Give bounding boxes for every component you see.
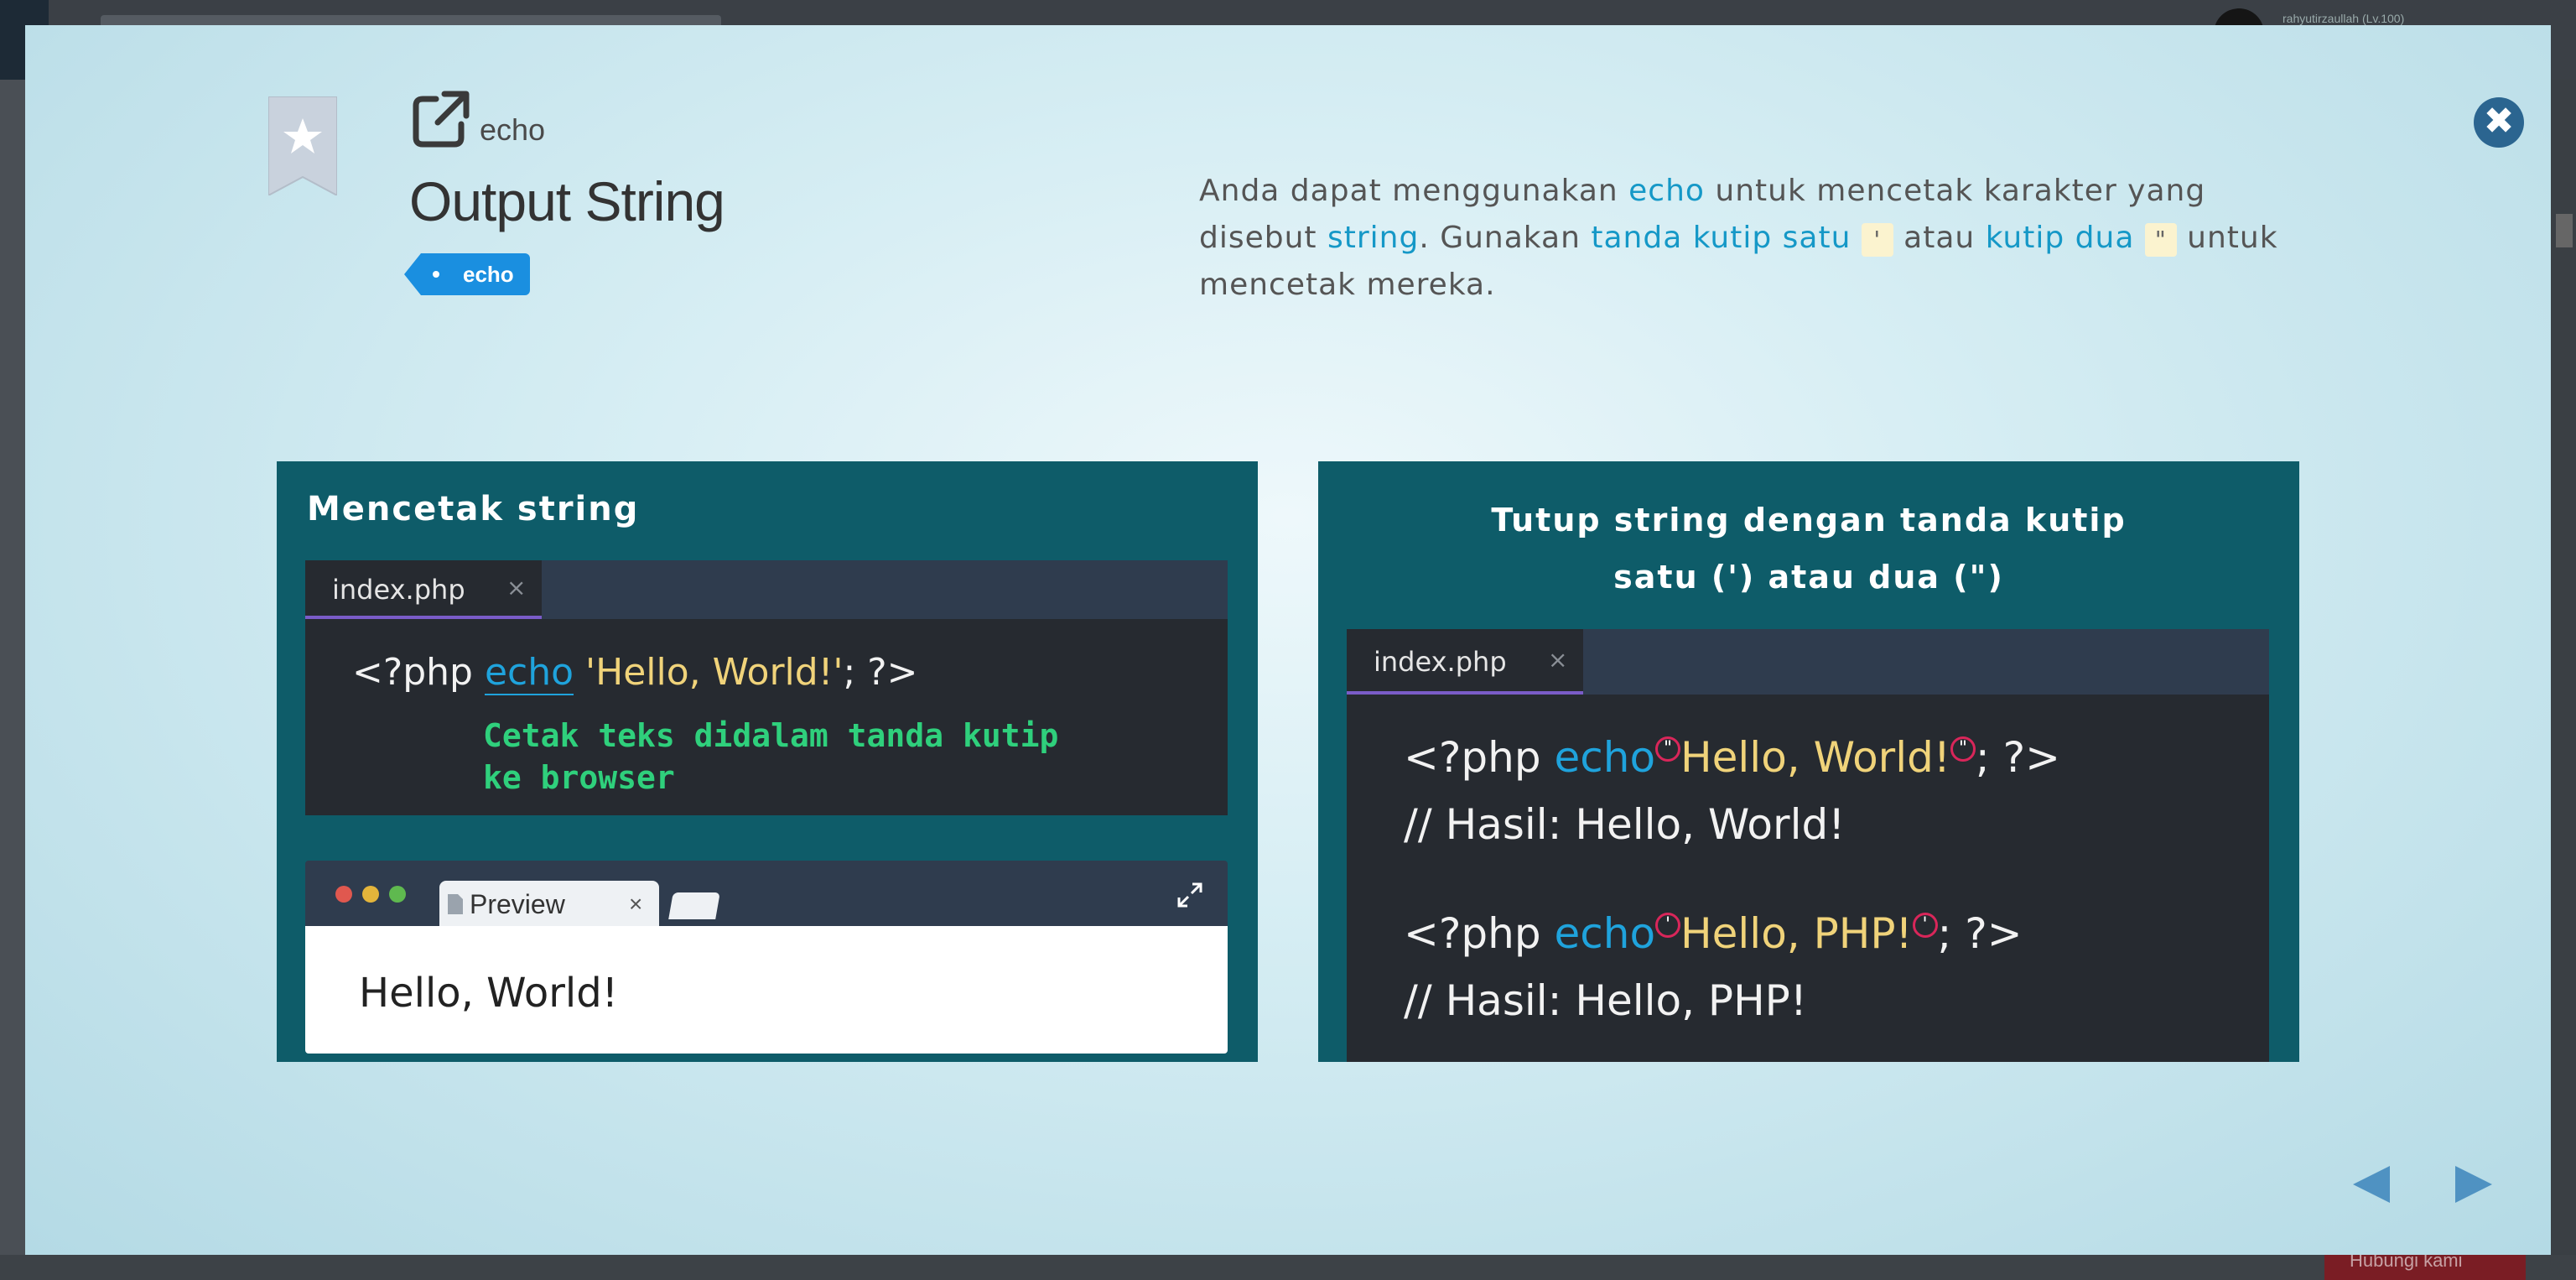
editor-tab-label: index.php [1374, 646, 1507, 678]
file-icon [448, 894, 463, 914]
desc-keyword-single-quote: tanda kutip satu [1591, 221, 1852, 255]
app-bottombar [0, 1255, 2576, 1280]
desc-keyword-echo: echo [1628, 174, 1705, 208]
slide-heading: Mencetak string [307, 490, 640, 528]
php-close-tag: ; ?> [843, 651, 918, 694]
double-quote-marker: " [1950, 736, 1976, 762]
code-line: <?php echo " Hello, World! "; ?> [1404, 733, 2060, 782]
editor-tab-label: index.php [332, 574, 465, 606]
window-close-dot [335, 886, 352, 903]
desc-text: atau [1893, 221, 1986, 255]
preview-close-icon[interactable]: × [629, 881, 642, 928]
editor-tabbar: index.php × [1347, 629, 2269, 695]
desc-keyword-double-quote: kutip dua [1985, 221, 2135, 255]
tag-label: echo [463, 262, 514, 287]
double-quote-code: " [2144, 223, 2177, 257]
username-label[interactable]: rahyutirzaullah (Lv.100) [2283, 12, 2404, 25]
string-literal: Hello, PHP! [1680, 909, 1913, 958]
close-tab-icon[interactable]: × [1548, 629, 1567, 691]
code-comment: // Hasil: Hello, World! [1404, 800, 1846, 849]
window-minimize-dot [362, 886, 379, 903]
external-link-icon [413, 91, 470, 148]
php-close-tag: ; ?> [1937, 909, 2023, 958]
page-scrollbar[interactable] [2551, 80, 2576, 1280]
code-editor: index.php × <?php echo 'Hello, World!'; … [305, 560, 1228, 815]
single-quote-marker: ' [1912, 913, 1938, 938]
preview-window: Preview × Hello, World! [305, 861, 1228, 1054]
slide-printing-string: Mencetak string index.php × <?php echo '… [277, 461, 1258, 1062]
preview-body: Hello, World! [305, 926, 1228, 1054]
string-literal: 'Hello, World!' [574, 651, 844, 694]
desc-text: . Gunakan [1419, 221, 1592, 255]
note-line: ke browser [483, 759, 675, 796]
close-tab-icon[interactable]: × [506, 560, 526, 616]
lesson-keyword: echo [480, 112, 546, 147]
code-comment: // Hasil: Hello, PHP! [1404, 976, 1807, 1025]
slide-enclose-string: Tutup string dengan tanda kutip satu (')… [1318, 461, 2299, 1062]
string-literal: Hello, World! [1680, 733, 1950, 782]
php-open-tag: <?php [1404, 733, 1555, 782]
preview-tab[interactable]: Preview × [439, 881, 659, 928]
single-quote-marker: ' [1655, 913, 1681, 938]
next-arrow-icon[interactable] [2455, 1166, 2492, 1203]
slide-heading: Tutup string dengan tanda kutip satu (')… [1318, 492, 2299, 606]
new-tab-button[interactable] [668, 892, 720, 919]
lesson-description: Anda dapat menggunakan echo untuk mencet… [1199, 168, 2289, 309]
preview-output: Hello, World! [359, 970, 618, 1017]
editor-tabbar: index.php × [305, 560, 1228, 619]
lesson-modal: ✖ echo Output String echo Anda dapat men… [25, 25, 2551, 1255]
double-quote-marker: " [1655, 736, 1681, 762]
keyword-tag[interactable]: echo [404, 253, 530, 295]
heading-line: satu (') atau dua (") [1613, 559, 2004, 596]
editor-tab-index-php[interactable]: index.php × [305, 560, 542, 619]
php-open-tag: <?php [1404, 909, 1555, 958]
editor-tab-index-php[interactable]: index.php × [1347, 629, 1583, 695]
desc-text: Anda dapat menggunakan [1199, 174, 1629, 208]
echo-keyword: echo [484, 651, 574, 695]
code-editor: index.php × <?php echo " Hello, World! "; ?… [1347, 629, 2269, 1062]
echo-keyword: echo [1554, 733, 1656, 782]
note-line: Cetak teks didalam tanda kutip [483, 717, 1059, 754]
desc-keyword-string: string [1327, 221, 1420, 255]
page-title: Output String [409, 170, 725, 232]
php-close-tag: ; ?> [1975, 733, 2061, 782]
code-line: <?php echo 'Hello, World!'; ?> [352, 651, 918, 695]
window-maximize-dot [389, 886, 406, 903]
heading-line: Tutup string dengan tanda kutip [1491, 502, 2127, 539]
annotation-note: Cetak teks didalam tanda kutip ke browse… [483, 715, 1058, 799]
preview-tab-label: Preview [470, 889, 565, 919]
code-line: <?php echo ' Hello, PHP! '; ?> [1404, 909, 2023, 958]
prev-arrow-icon[interactable] [2353, 1166, 2390, 1203]
echo-keyword: echo [1554, 909, 1656, 958]
bookmark-star-icon[interactable] [268, 96, 337, 195]
php-open-tag: <?php [352, 651, 485, 694]
single-quote-code: ' [1861, 223, 1893, 257]
tag-dot [433, 271, 439, 278]
scrollbar-thumb[interactable] [2556, 214, 2573, 247]
expand-icon[interactable] [1177, 882, 1202, 908]
close-icon[interactable]: ✖ [2474, 97, 2524, 148]
